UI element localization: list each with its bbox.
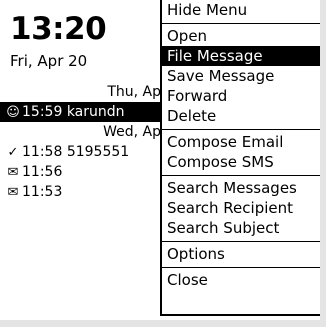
menu-item-hide-menu[interactable]: Hide Menu [162, 0, 320, 20]
envelope-open-icon: ✉ [7, 165, 19, 180]
menu-divider [162, 267, 320, 268]
envelope-open-icon: ✉ [7, 185, 19, 200]
menu-item-forward[interactable]: Forward [162, 86, 320, 106]
menu-item-search-messages[interactable]: Search Messages [162, 178, 320, 198]
clock-icon: ☺ [6, 105, 20, 120]
menu-divider [162, 23, 320, 24]
message-time: 11:53 [22, 184, 63, 200]
home-date: Fri, Apr 20 [10, 52, 88, 70]
date-header: Wed, Ap [103, 124, 161, 140]
menu-item-options[interactable]: Options [162, 244, 320, 264]
list-item[interactable]: ✉ 11:53 [0, 182, 163, 202]
checkmark-icon: ✓ [7, 145, 19, 160]
message-sender: karundn [66, 104, 125, 120]
home-clock: 13:20 [10, 11, 107, 47]
message-time: 11:58 [22, 144, 63, 160]
menu-item-delete[interactable]: Delete [162, 106, 320, 126]
message-time: 11:56 [22, 164, 63, 180]
menu-item-open[interactable]: Open [162, 26, 320, 46]
menu-item-search-subject[interactable]: Search Subject [162, 218, 320, 238]
context-menu: Hide Menu Open File Message Save Message… [160, 0, 320, 316]
message-sender: 5195551 [66, 144, 130, 160]
message-list: Thu, Ap ☺ 15:59 karundn Wed, Ap ✓ 11:58 51… [0, 82, 163, 202]
menu-divider [162, 241, 320, 242]
list-item[interactable]: ☺ 15:59 karundn [0, 102, 163, 122]
menu-item-search-recipient[interactable]: Search Recipient [162, 198, 320, 218]
menu-item-close[interactable]: Close [162, 270, 320, 290]
list-item[interactable]: ✓ 11:58 5195551 [0, 142, 163, 162]
menu-item-compose-sms[interactable]: Compose SMS [162, 152, 320, 172]
list-item[interactable]: ✉ 11:56 [0, 162, 163, 182]
date-header: Thu, Ap [107, 84, 161, 100]
menu-divider [162, 175, 320, 176]
menu-item-file-message[interactable]: File Message [162, 46, 320, 66]
menu-item-save-message[interactable]: Save Message [162, 66, 320, 86]
menu-divider [162, 129, 320, 130]
menu-item-compose-email[interactable]: Compose Email [162, 132, 320, 152]
device-screen: 13:20 Fri, Apr 20 Thu, Ap ☺ 15:59 karundn… [0, 0, 320, 320]
message-time: 15:59 [22, 104, 63, 120]
